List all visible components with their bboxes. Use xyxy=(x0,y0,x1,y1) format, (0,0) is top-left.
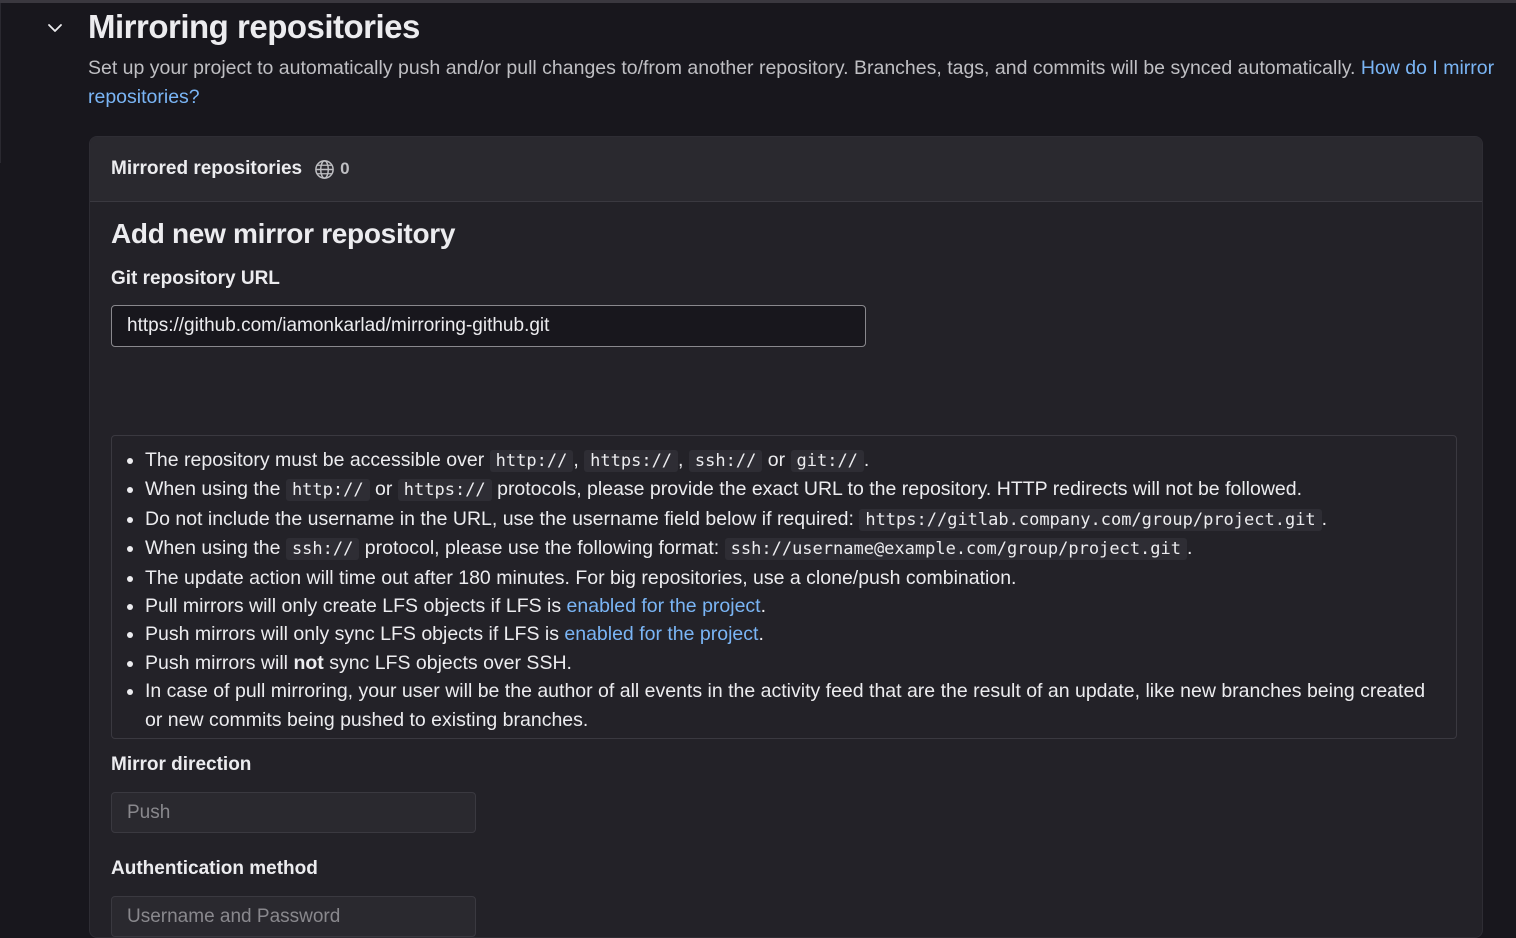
card-header-title: Mirrored repositories xyxy=(111,158,303,179)
section-description: Set up your project to automatically pus… xyxy=(88,54,1503,112)
direction-value: Push xyxy=(127,801,171,823)
list-item: Pull mirrors will only create LFS object… xyxy=(145,592,1442,620)
globe-icon xyxy=(314,159,335,180)
chevron-down-icon xyxy=(45,18,65,43)
list-item: When using the ssh:// protocol, please u… xyxy=(145,534,1442,563)
url-help-box: The repository must be accessible over h… xyxy=(111,435,1457,739)
list-item: The repository must be accessible over h… xyxy=(145,446,1442,475)
section-title: Mirroring repositories xyxy=(88,8,420,45)
list-item: Push mirrors will only sync LFS objects … xyxy=(145,620,1442,648)
lfs-link[interactable]: enabled for the project xyxy=(564,623,758,645)
list-item: When using the http:// or https:// proto… xyxy=(145,475,1442,504)
url-label: Git repository URL xyxy=(111,268,280,289)
auth-method-select[interactable]: Username and Password xyxy=(111,896,476,937)
section-description-text: Set up your project to automatically pus… xyxy=(88,57,1356,79)
list-item: The update action will time out after 18… xyxy=(145,564,1442,592)
mirror-count: 0 xyxy=(340,159,350,178)
direction-select[interactable]: Push xyxy=(111,792,476,833)
card-header: Mirrored repositories 0 xyxy=(90,137,1482,202)
collapse-button[interactable] xyxy=(42,17,68,43)
help-list: The repository must be accessible over h… xyxy=(126,446,1442,734)
direction-label: Mirror direction xyxy=(111,754,252,775)
mirrored-repositories-card: Mirrored repositories 0 Add new mirror r… xyxy=(89,136,1483,938)
left-rail xyxy=(0,3,1,163)
auth-label: Authentication method xyxy=(111,858,318,879)
url-input[interactable] xyxy=(111,305,866,347)
list-item: Do not include the username in the URL, … xyxy=(145,505,1442,534)
list-item: Push mirrors will not sync LFS objects o… xyxy=(145,649,1442,677)
auth-method-value: Username and Password xyxy=(127,905,341,927)
top-border xyxy=(0,0,1516,3)
lfs-link[interactable]: enabled for the project xyxy=(567,595,761,617)
form-title: Add new mirror repository xyxy=(111,218,456,249)
list-item: In case of pull mirroring, your user wil… xyxy=(145,677,1442,734)
